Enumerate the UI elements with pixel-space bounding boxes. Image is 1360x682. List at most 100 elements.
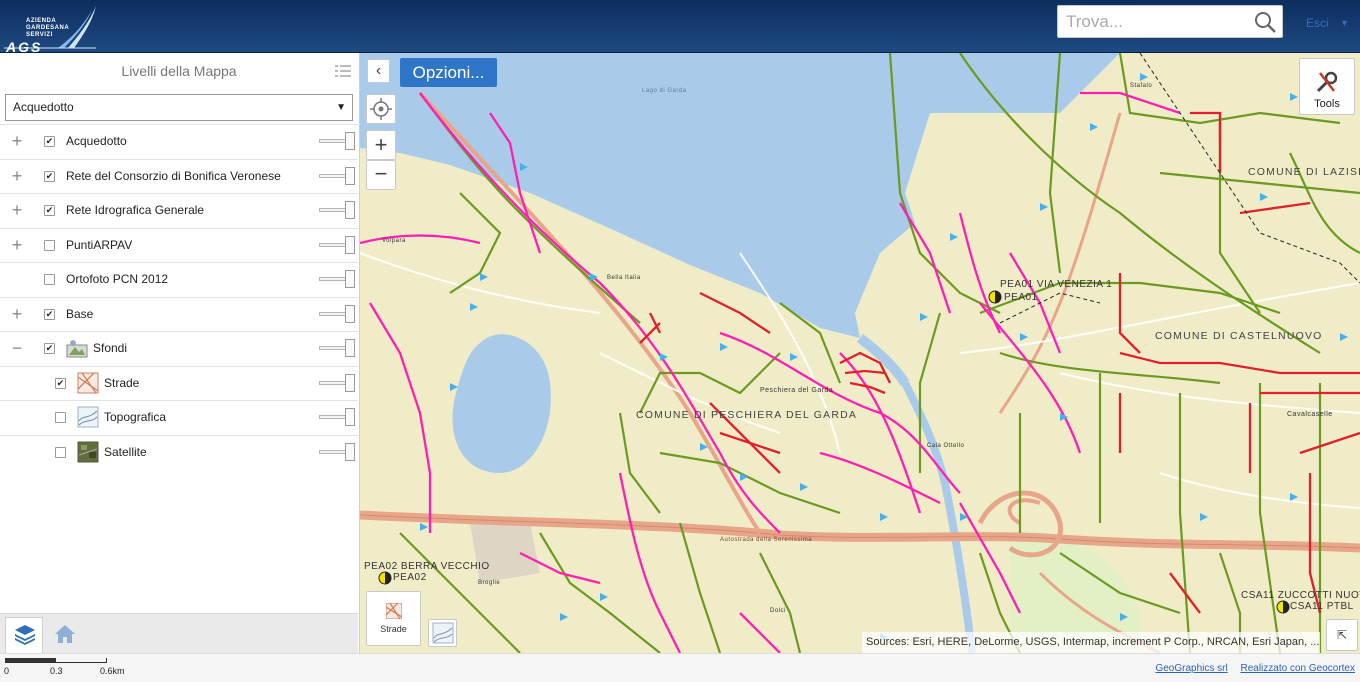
minus-icon: −	[374, 161, 388, 186]
label-comune-lazise: COMUNE DI LAZISE	[1248, 166, 1360, 178]
panel-title: Livelli della Mappa	[121, 63, 237, 79]
label-stafalo: Stafalo	[1130, 83, 1153, 89]
layer-checkbox[interactable]	[44, 274, 55, 285]
label-cavalcaselle: Cavalcaselle	[1287, 411, 1333, 418]
locate-button[interactable]	[366, 94, 396, 124]
label-station-berra: PEA02 BERRA VECCHIO	[364, 561, 490, 572]
layer-checkbox[interactable]: ✔	[44, 136, 55, 147]
opacity-slider-handle[interactable]	[345, 442, 355, 461]
opacity-slider-handle[interactable]	[345, 235, 355, 254]
map-canvas[interactable]	[360, 53, 1360, 653]
opacity-slider-handle[interactable]	[345, 304, 355, 323]
layer-checkbox[interactable]	[55, 412, 66, 423]
topo-thumbnail-icon	[432, 622, 453, 644]
search-box[interactable]	[1057, 5, 1283, 38]
layer-row[interactable]: + PuntiARPAV	[0, 227, 358, 262]
layer-group-select[interactable]: Acquedotto ▼	[5, 94, 353, 121]
layer-row[interactable]: + ✔ Rete Idrografica Generale	[0, 193, 358, 227]
geocortex-link[interactable]: Realizzato con Geocortex	[1240, 663, 1355, 674]
layer-row[interactable]: Ortofoto PCN 2012	[0, 262, 358, 296]
expand-toggle[interactable]: +	[10, 200, 24, 221]
chevron-left-icon: ‹	[375, 62, 382, 79]
layer-row[interactable]: + ✔ Rete del Consorzio di Bonifica Verones…	[0, 158, 358, 193]
chevron-down-icon[interactable]: ▼	[1340, 18, 1349, 28]
map-attribution: Sources: Esri, HERE, DeLorme, USGS, Inte…	[862, 632, 1320, 653]
label-bella-italia: Bella Italia	[607, 275, 641, 281]
label-lago: Lago di Garda	[642, 88, 687, 94]
layer-checkbox[interactable]: ✔	[55, 377, 66, 389]
layer-label: Acquedotto	[66, 134, 127, 148]
expand-toggle[interactable]: +	[10, 166, 24, 187]
logo-line1: AZIENDA	[26, 18, 57, 24]
label-comune-peschiera: COMUNE DI PESCHIERA DEL GARDA	[636, 409, 858, 421]
search-input[interactable]	[1058, 6, 1248, 37]
label-volpara: Volpara	[382, 238, 406, 244]
status-bar: 0 0.3 0.6km GeoGraphics srl Realizzato c…	[0, 653, 1360, 682]
basemap-alt-button[interactable]	[428, 619, 457, 647]
logo-line2: GARDESANA	[26, 25, 70, 31]
label-autostrada: Autostrada della Serenissima	[720, 537, 813, 543]
layer-row[interactable]: + ✔ Base	[0, 296, 358, 331]
logo-text: AZIENDA GARDESANA SERVIZI	[26, 18, 69, 39]
opacity-slider-handle[interactable]	[345, 166, 355, 185]
layer-row[interactable]: Topografica	[0, 400, 358, 434]
group-layer-icon	[66, 340, 88, 358]
layer-checkbox[interactable]: ✔	[44, 170, 55, 182]
layer-row[interactable]: Satellite	[0, 434, 358, 469]
expand-toggle[interactable]: +	[10, 235, 24, 256]
expand-button[interactable]: ⇱	[1326, 619, 1358, 651]
options-button[interactable]: Opzioni...	[400, 58, 497, 87]
search-icon[interactable]	[1254, 11, 1276, 33]
collapse-panel-button[interactable]: ‹	[367, 59, 390, 83]
layer-checkbox[interactable]	[44, 239, 55, 251]
map-view[interactable]: COMUNE DI LAZISE COMUNE DI CASTELNUOVO C…	[360, 53, 1360, 653]
logo[interactable]: AZIENDA GARDESANA SERVIZI AGS	[4, 4, 98, 55]
logo-line3: SERVIZI	[26, 32, 53, 38]
opacity-slider-handle[interactable]	[345, 201, 355, 219]
label-dolci: Dolci	[770, 608, 786, 614]
opacity-slider-handle[interactable]	[345, 373, 355, 392]
zoom-out-button[interactable]: −	[366, 160, 396, 190]
basemap-label: Strade	[380, 624, 407, 634]
tab-layers[interactable]	[5, 617, 43, 653]
zoom-in-button[interactable]: +	[366, 130, 396, 160]
expand-toggle[interactable]: +	[10, 131, 24, 152]
layer-checkbox[interactable]: ✔	[44, 343, 55, 354]
opacity-slider-handle[interactable]	[345, 270, 355, 288]
layers-panel: Livelli della Mappa Acquedotto ▼ + ✔ Acque…	[0, 53, 360, 653]
basemap-switcher-button[interactable]: Strade	[366, 591, 421, 646]
layer-label: Rete Idrografica Generale	[66, 203, 205, 217]
layer-row[interactable]: − ✔ Sfondi	[0, 331, 358, 365]
opacity-slider-handle[interactable]	[345, 339, 355, 357]
expand-toggle[interactable]: +	[10, 304, 24, 325]
layer-group-select-value: Acquedotto	[13, 100, 74, 114]
satellite-thumbnail-icon	[77, 441, 99, 462]
list-icon[interactable]	[335, 65, 351, 78]
footer-links: GeoGraphics srl Realizzato con Geocortex	[1145, 663, 1355, 674]
user-menu[interactable]: Esci	[1306, 16, 1329, 30]
layer-label: Ortofoto PCN 2012	[66, 272, 169, 286]
topo-thumbnail-icon	[77, 406, 99, 428]
wrench-icon	[1316, 71, 1338, 93]
tools-label: Tools	[1314, 98, 1340, 110]
tools-button[interactable]: Tools	[1299, 58, 1355, 115]
plus-icon: +	[374, 132, 388, 157]
layer-row[interactable]: ✔ Strade	[0, 365, 358, 400]
layer-row[interactable]: + ✔ Acquedotto	[0, 124, 358, 158]
layer-checkbox[interactable]: ✔	[44, 308, 55, 320]
expand-toggle[interactable]: −	[10, 338, 24, 359]
scale-bar	[5, 658, 107, 663]
canal	[856, 334, 910, 386]
scale-label-mid: 0.3	[50, 666, 63, 676]
layer-checkbox[interactable]	[55, 446, 66, 458]
label-cala-ottello: Cala Ottello	[927, 443, 965, 449]
home-icon[interactable]	[52, 621, 78, 647]
opacity-slider-handle[interactable]	[345, 408, 355, 426]
label-peschiera-town: Peschiera del Garda	[760, 387, 834, 394]
chevron-down-icon: ▼	[336, 102, 346, 113]
layer-label: Sfondi	[93, 341, 128, 355]
layer-label: Rete del Consorzio di Bonifica Veronese	[66, 168, 281, 183]
layer-checkbox[interactable]: ✔	[44, 205, 55, 216]
geographics-link[interactable]: GeoGraphics srl	[1155, 663, 1227, 674]
opacity-slider-handle[interactable]	[345, 132, 355, 150]
